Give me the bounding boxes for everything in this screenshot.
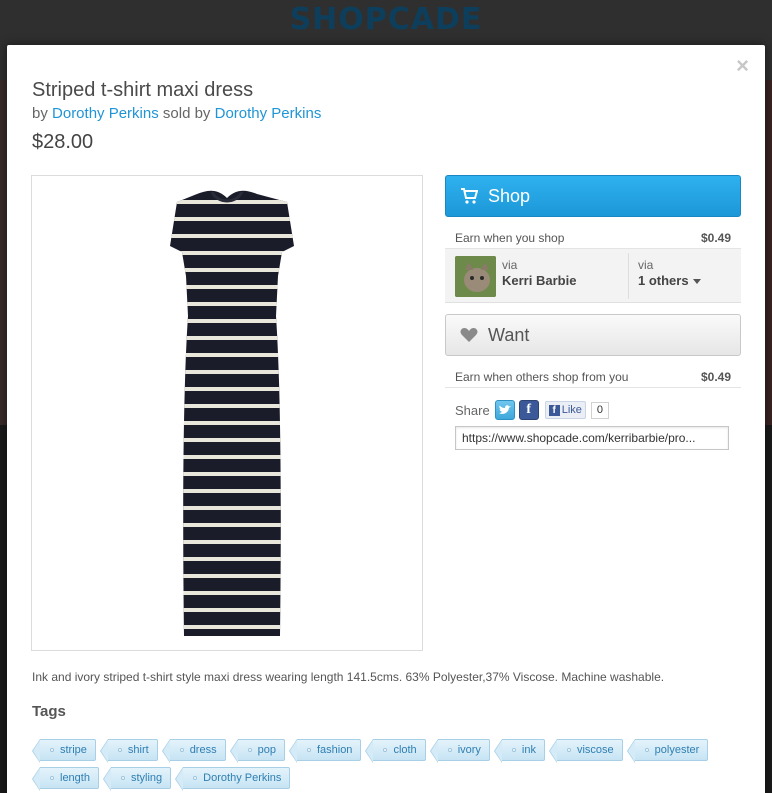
tag-hole-icon <box>117 748 122 752</box>
facebook-mini-icon: f <box>548 404 560 416</box>
tag-label: stripe <box>60 744 87 756</box>
product-modal: × Striped t-shirt maxi dress by Dorothy … <box>7 45 765 793</box>
tag-label: Dorothy Perkins <box>203 772 282 784</box>
tags-heading: Tags <box>32 703 66 720</box>
product-price: $28.00 <box>32 131 94 153</box>
by-prefix: by <box>32 105 48 122</box>
earn-shop-value: $0.49 <box>700 231 731 245</box>
tag-hole-icon <box>383 748 388 752</box>
want-button[interactable]: Want <box>445 314 741 356</box>
tag-item[interactable]: shirt <box>99 739 158 763</box>
share-row: Share f f Like 0 <box>455 399 610 421</box>
like-label: Like <box>561 404 582 416</box>
product-description: Ink and ivory striped t-shirt style maxi… <box>32 670 665 684</box>
facebook-like-button[interactable]: f Like <box>544 401 586 419</box>
tag-hole-icon <box>566 748 571 752</box>
tag-item[interactable]: stripe <box>32 739 96 763</box>
via2-label: via <box>638 258 654 272</box>
tag-label: cloth <box>393 744 417 756</box>
cart-icon <box>460 188 478 204</box>
tag-label: polyester <box>654 744 700 756</box>
tag-item[interactable]: viscose <box>549 739 623 763</box>
tag-hole-icon <box>179 748 184 752</box>
share-label: Share <box>455 402 490 418</box>
tag-item[interactable]: length <box>32 767 99 791</box>
tag-label: pop <box>257 744 276 756</box>
tag-item[interactable]: ivory <box>429 739 490 763</box>
site-logo[interactable]: SHOPCADE <box>0 2 772 37</box>
shop-button[interactable]: Shop <box>445 175 741 217</box>
via-user[interactable]: via Kerri Barbie <box>502 258 576 289</box>
like-count: 0 <box>590 401 610 419</box>
want-label: Want <box>488 324 530 345</box>
divider <box>445 387 741 388</box>
tag-hole-icon <box>50 776 54 780</box>
tag-hole-icon <box>447 748 452 752</box>
shop-label: Shop <box>488 185 531 206</box>
via-user-name[interactable]: Kerri Barbie <box>502 273 576 288</box>
brand-link[interactable]: Dorothy Perkins <box>52 105 159 122</box>
via-others-label: 1 others <box>638 273 689 288</box>
earn-shop-row: Earn when you shop $0.49 <box>445 231 741 245</box>
tags-list: stripe shirt dress pop fashion cloth ivory ink v… <box>32 739 732 791</box>
via-panel: via Kerri Barbie via 1 others <box>445 249 741 303</box>
tag-label: length <box>60 772 90 784</box>
divider <box>628 253 629 299</box>
heart-icon <box>460 327 478 343</box>
earn-others-value: $0.49 <box>700 370 731 384</box>
product-title: Striped t-shirt maxi dress <box>32 79 254 101</box>
tag-item[interactable]: ink <box>493 739 545 763</box>
chevron-down-icon <box>692 279 701 285</box>
seller-link[interactable]: Dorothy Perkins <box>215 105 322 122</box>
tag-label: styling <box>130 772 163 784</box>
avatar[interactable] <box>455 256 496 297</box>
tag-hole-icon <box>193 776 198 780</box>
tag-item[interactable]: pop <box>229 739 285 763</box>
tag-hole-icon <box>247 748 252 752</box>
tag-label: dress <box>189 744 217 756</box>
tag-hole-icon <box>511 748 516 752</box>
striped-dress-photo <box>170 190 294 636</box>
earn-others-row: Earn when others shop from you $0.49 <box>445 370 741 384</box>
tag-item[interactable]: cloth <box>365 739 426 763</box>
product-byline: by Dorothy Perkins sold by Dorothy Perki… <box>32 105 321 122</box>
share-url-input[interactable] <box>455 426 729 450</box>
tag-label: shirt <box>127 744 149 756</box>
tag-label: ivory <box>457 744 481 756</box>
close-icon[interactable]: × <box>736 55 749 77</box>
earn-others-label: Earn when others shop from you <box>455 370 629 384</box>
facebook-icon[interactable]: f <box>518 400 539 420</box>
tag-item[interactable]: styling <box>102 767 172 791</box>
tag-hole-icon <box>120 776 125 780</box>
earn-shop-label: Earn when you shop <box>455 231 565 245</box>
tag-label: ink <box>521 744 536 756</box>
via-label: via <box>502 258 518 272</box>
tag-item[interactable]: fashion <box>288 739 362 763</box>
tag-label: fashion <box>316 744 353 756</box>
twitter-icon[interactable] <box>494 400 515 420</box>
sold-by-prefix: sold by <box>162 105 211 122</box>
tag-item[interactable]: polyester <box>626 739 709 763</box>
tag-hole-icon <box>644 748 649 752</box>
tag-label: viscose <box>576 744 614 756</box>
tag-item[interactable]: Dorothy Perkins <box>175 767 291 791</box>
tag-item[interactable]: dress <box>161 739 226 763</box>
tag-hole-icon <box>306 748 311 752</box>
tag-hole-icon <box>50 748 54 752</box>
via-others-dropdown[interactable]: via 1 others <box>638 258 701 289</box>
product-image[interactable] <box>31 175 423 651</box>
